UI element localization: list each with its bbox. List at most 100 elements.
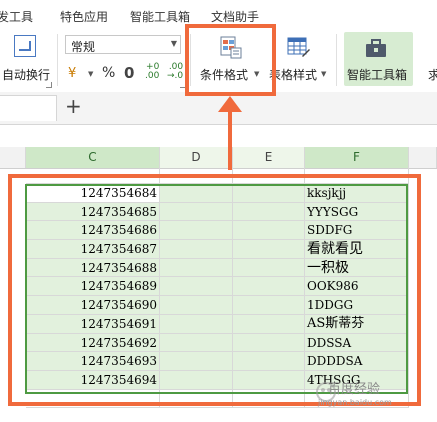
- increase-decimal-button[interactable]: +0.00: [145, 63, 159, 81]
- cell-c[interactable]: 1247354693: [26, 352, 160, 371]
- add-tab-button[interactable]: +: [65, 95, 82, 117]
- table-row: 1247354692 DDSSA: [0, 333, 437, 353]
- toolbox-icon: [366, 39, 386, 57]
- table-row: 1247354685 YYYSGG: [0, 202, 437, 222]
- table-row: 1247354693 DDDDSA: [0, 352, 437, 371]
- column-header-row: C D E F: [0, 147, 437, 169]
- cell-d[interactable]: [160, 333, 233, 353]
- cell-f[interactable]: YYYSGG: [305, 202, 409, 222]
- table-row: 1247354688 一积极: [0, 258, 437, 278]
- table-row: [0, 168, 437, 184]
- decrease-decimal-button[interactable]: .00 →.0: [167, 63, 183, 81]
- truncated-ribbon-label[interactable]: 求: [428, 66, 437, 83]
- cell-f[interactable]: SDDFG: [305, 221, 409, 241]
- tab-doc-assistant[interactable]: 文档助手: [211, 8, 259, 25]
- percent-format-button[interactable]: %: [102, 65, 115, 81]
- chevron-down-icon: ▼: [170, 39, 177, 48]
- column-header-g[interactable]: [409, 147, 437, 168]
- wrap-text-icon: [14, 35, 36, 57]
- chevron-down-icon: ▼: [321, 70, 327, 78]
- table-row: 1247354686 SDDFG: [0, 221, 437, 241]
- cell-e[interactable]: [233, 277, 305, 297]
- cell-f[interactable]: 1DDGG: [305, 296, 409, 315]
- cell-e[interactable]: [233, 258, 305, 278]
- watermark-text: 百度经验: [328, 382, 381, 397]
- cell-d[interactable]: [160, 314, 233, 334]
- cell-e[interactable]: [233, 333, 305, 353]
- cell-d[interactable]: [160, 277, 233, 297]
- cell-e[interactable]: [233, 370, 305, 390]
- cell-c[interactable]: 1247354690: [26, 296, 160, 315]
- cell-d[interactable]: [160, 221, 233, 241]
- cell-e[interactable]: [233, 202, 305, 222]
- column-header-blank: [0, 147, 26, 168]
- cell-e[interactable]: [233, 352, 305, 371]
- cell-f[interactable]: 看就看见: [305, 240, 409, 259]
- column-header-f[interactable]: F: [305, 147, 409, 168]
- cell-c[interactable]: 1247354692: [26, 333, 160, 353]
- cell-c[interactable]: [26, 389, 160, 409]
- cell-f[interactable]: kksjkjj: [305, 184, 409, 203]
- smart-toolbox-label: 智能工具箱: [347, 68, 408, 82]
- conditional-format-icon: [220, 36, 242, 59]
- cell-d[interactable]: [160, 184, 233, 203]
- column-header-d[interactable]: D: [160, 147, 233, 168]
- cell-c[interactable]: 1247354687: [26, 240, 160, 259]
- currency-format-button[interactable]: ¥: [68, 66, 76, 81]
- tab-features[interactable]: 特色应用: [60, 8, 108, 25]
- cell-d[interactable]: [160, 240, 233, 259]
- alignment-dialog-launcher-icon[interactable]: [46, 82, 52, 88]
- cell-d[interactable]: [160, 202, 233, 222]
- cell-c[interactable]: 1247354685: [26, 202, 160, 222]
- cell-d[interactable]: [160, 389, 233, 409]
- table-row: 1247354691 AS斯蒂芬: [0, 314, 437, 334]
- document-tab-bar: +: [0, 92, 437, 125]
- formula-bar[interactable]: [0, 125, 437, 148]
- cell-f[interactable]: 一积极: [305, 258, 409, 278]
- thousands-separator-button[interactable]: 0: [124, 64, 134, 82]
- cell-d[interactable]: [160, 258, 233, 278]
- tab-developer-tools[interactable]: 发工具: [0, 8, 33, 25]
- table-row: 1247354684 kksjkjj: [0, 184, 437, 203]
- column-header-e[interactable]: E: [233, 147, 305, 168]
- ribbon-toolbar: 自动换行 常规 ▼ ¥ ▼ % 0 +0.00 .00 →.0 条件格式 ▼ 表…: [0, 30, 437, 93]
- cell-e[interactable]: [233, 240, 305, 259]
- cell-c[interactable]: 1247354689: [26, 277, 160, 297]
- cell-f[interactable]: DDSSA: [305, 333, 409, 353]
- conditional-format-label: 条件格式: [200, 68, 249, 82]
- cell-f[interactable]: DDDDSA: [305, 352, 409, 371]
- table-row: 1247354690 1DDGG: [0, 296, 437, 315]
- cell-e[interactable]: [233, 296, 305, 315]
- document-tab[interactable]: [0, 95, 57, 121]
- cell-d[interactable]: [160, 352, 233, 371]
- cell-e[interactable]: [233, 184, 305, 203]
- group-divider: [336, 34, 337, 86]
- column-header-c[interactable]: C: [26, 147, 160, 168]
- cell-d[interactable]: [160, 370, 233, 390]
- table-row: 1247354687 看就看见: [0, 240, 437, 259]
- ribbon-tab-bar: 发工具 特色应用 智能工具箱 文档助手: [0, 0, 437, 30]
- cell-c[interactable]: 1247354684: [26, 184, 160, 203]
- cell-d[interactable]: [160, 296, 233, 315]
- number-dialog-launcher-icon[interactable]: [180, 82, 186, 88]
- cell-c[interactable]: 1247354691: [26, 314, 160, 334]
- cell-c[interactable]: 1247354688: [26, 258, 160, 278]
- cell-f[interactable]: OOK986: [305, 277, 409, 297]
- cell-e[interactable]: [233, 221, 305, 241]
- tab-smart-toolbox[interactable]: 智能工具箱: [130, 8, 190, 25]
- cell-f[interactable]: AS斯蒂芬: [305, 314, 409, 334]
- cell[interactable]: [233, 168, 305, 184]
- chevron-down-icon[interactable]: ▼: [88, 70, 93, 78]
- cell-c[interactable]: 1247354694: [26, 370, 160, 390]
- cell-e[interactable]: [233, 314, 305, 334]
- wrap-text-label: 自动换行: [2, 68, 51, 82]
- cell-e[interactable]: [233, 389, 305, 409]
- watermark-url: jingyan.baidu.com: [318, 398, 392, 407]
- table-style-icon: [287, 37, 310, 57]
- number-format-select[interactable]: 常规 ▼: [65, 35, 181, 54]
- cell-c[interactable]: 1247354686: [26, 221, 160, 241]
- cell[interactable]: [160, 168, 233, 184]
- table-style-label: 表格样式: [269, 68, 318, 82]
- cell[interactable]: [26, 168, 160, 184]
- cell[interactable]: [305, 168, 409, 184]
